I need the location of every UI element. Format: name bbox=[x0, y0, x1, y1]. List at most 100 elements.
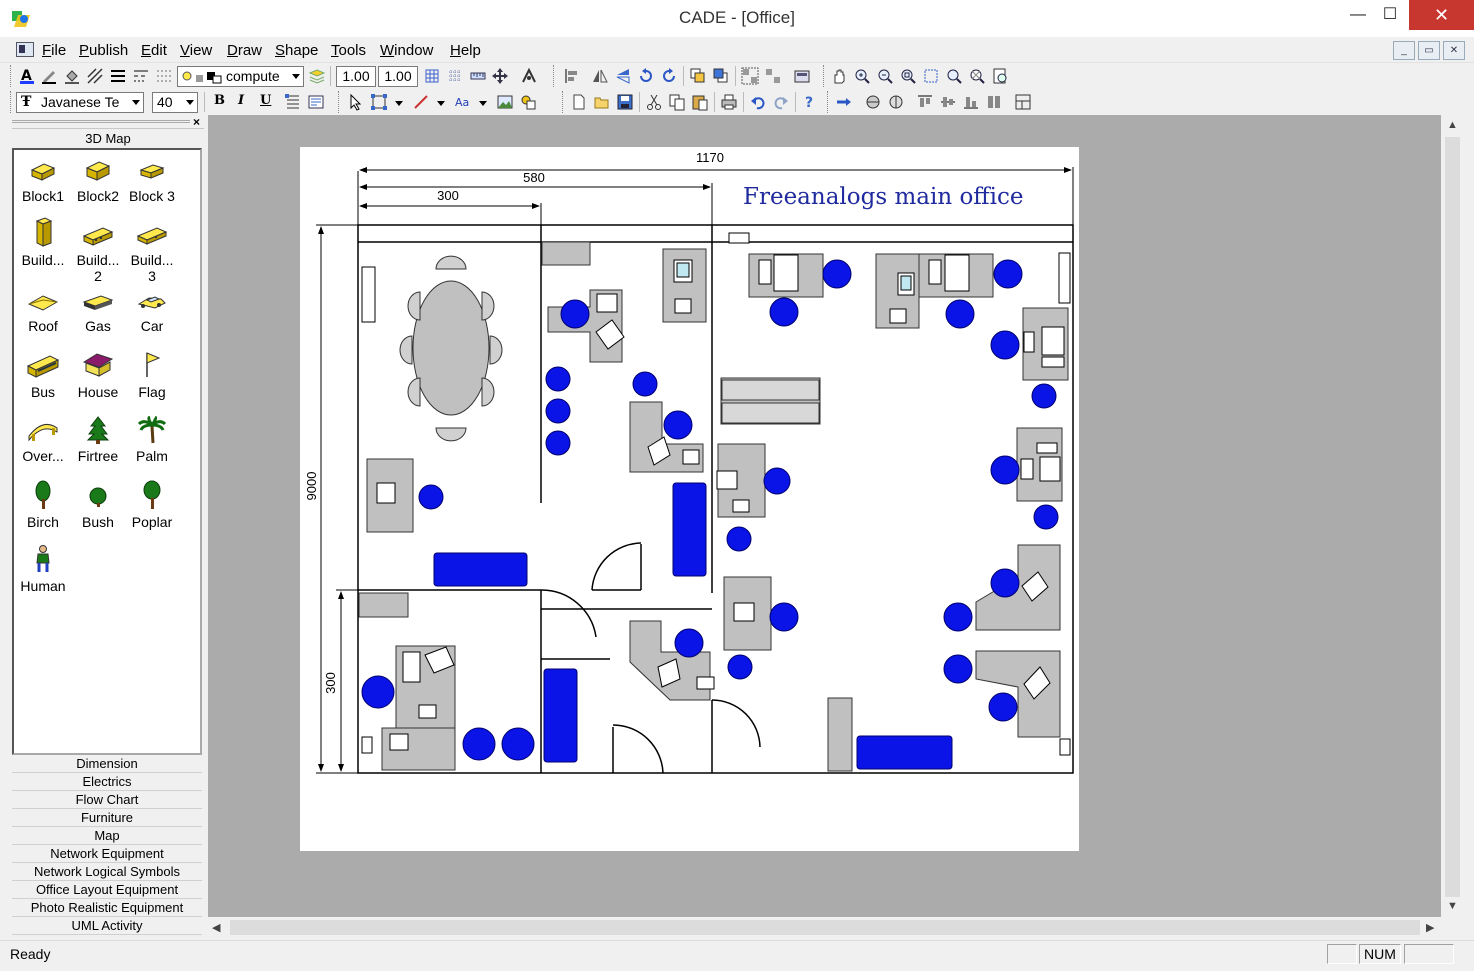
toolbar-grip[interactable] bbox=[562, 91, 565, 113]
line-scale-field[interactable]: 1.00 bbox=[378, 66, 418, 87]
toolbar-grip[interactable] bbox=[823, 65, 826, 87]
drawing-page[interactable]: Freeanalogs main office 1170 580 300 900… bbox=[300, 147, 1079, 851]
category-photo-realistic-equipment[interactable]: Photo Realistic Equipment bbox=[12, 899, 202, 917]
mdi-restore-button[interactable]: ▭ bbox=[1418, 41, 1440, 60]
category-map[interactable]: Map bbox=[12, 827, 202, 845]
shape-item[interactable]: Build... bbox=[14, 216, 72, 268]
ungroup-icon[interactable] bbox=[764, 67, 782, 85]
shape-item[interactable]: House bbox=[69, 350, 127, 400]
zoom-window-icon[interactable] bbox=[899, 67, 917, 85]
toolbar-grip[interactable] bbox=[827, 91, 830, 113]
line-tool-icon[interactable] bbox=[412, 93, 430, 111]
category-network-logical-symbols[interactable]: Network Logical Symbols bbox=[12, 863, 202, 881]
underline-button[interactable]: U bbox=[260, 93, 271, 108]
menu-file[interactable]: File bbox=[42, 42, 66, 59]
flip-vertical-icon[interactable] bbox=[614, 67, 632, 85]
image-tool-icon[interactable] bbox=[496, 93, 514, 111]
vertical-scrollbar[interactable]: ▲ ▼ bbox=[1441, 115, 1464, 917]
cut-icon[interactable] bbox=[645, 93, 663, 111]
font-size-combo[interactable]: 40 bbox=[152, 92, 198, 113]
panel-grip[interactable] bbox=[12, 120, 190, 123]
bold-button[interactable]: B bbox=[214, 93, 225, 108]
group-icon[interactable] bbox=[741, 67, 759, 85]
italic-button[interactable]: I bbox=[238, 93, 244, 108]
menu-publish[interactable]: Publish bbox=[79, 42, 128, 59]
paragraph-icon[interactable] bbox=[284, 93, 302, 111]
help-pointer-icon[interactable]: ? bbox=[801, 93, 819, 111]
shape-item[interactable]: Car bbox=[123, 290, 181, 334]
text-tool-icon[interactable]: Aa bbox=[454, 93, 472, 111]
menu-shape[interactable]: Shape bbox=[275, 42, 318, 59]
zoom-out-icon[interactable] bbox=[876, 67, 894, 85]
align-bottom-icon[interactable] bbox=[962, 93, 980, 111]
category-dimension[interactable]: Dimension bbox=[12, 755, 202, 773]
toolbar-grip[interactable] bbox=[10, 91, 13, 113]
text-box-icon[interactable] bbox=[307, 93, 325, 111]
shapes-tool-icon[interactable] bbox=[519, 93, 537, 111]
chevron-down-icon[interactable] bbox=[479, 101, 487, 106]
category-electrics[interactable]: Electrics bbox=[12, 773, 202, 791]
horizontal-scrollbar[interactable]: ◀ ▶ bbox=[208, 917, 1441, 938]
toolbar-grip[interactable] bbox=[10, 65, 13, 87]
scroll-left-icon[interactable]: ◀ bbox=[212, 921, 220, 934]
vertical-scroll-track[interactable] bbox=[1445, 137, 1460, 897]
save-icon[interactable] bbox=[616, 93, 634, 111]
toolbar-grip[interactable] bbox=[553, 65, 556, 87]
shape-item[interactable]: Over... bbox=[14, 416, 72, 464]
category-furniture[interactable]: Furniture bbox=[12, 809, 202, 827]
line-width-field[interactable]: 1.00 bbox=[336, 66, 376, 87]
snap-grid-icon[interactable] bbox=[446, 67, 464, 85]
shape-item[interactable]: Block1 bbox=[14, 160, 72, 204]
rotate-right-icon[interactable] bbox=[660, 67, 678, 85]
grid-icon[interactable] bbox=[423, 67, 441, 85]
pattern-icon[interactable] bbox=[86, 67, 104, 85]
copy-icon[interactable] bbox=[668, 93, 686, 111]
same-size-icon[interactable] bbox=[985, 93, 1003, 111]
new-file-icon[interactable] bbox=[570, 93, 588, 111]
menu-tools[interactable]: Tools bbox=[331, 42, 366, 59]
layout-icon[interactable] bbox=[1014, 93, 1032, 111]
menu-edit[interactable]: Edit bbox=[141, 42, 167, 59]
flip-horizontal-icon[interactable] bbox=[591, 67, 609, 85]
align-middle-icon[interactable] bbox=[939, 93, 957, 111]
scroll-right-icon[interactable]: ▶ bbox=[1426, 921, 1434, 934]
shape-item[interactable]: Flag bbox=[123, 350, 181, 400]
menu-view[interactable]: View bbox=[180, 42, 212, 59]
zoom-page-icon[interactable] bbox=[991, 67, 1009, 85]
print-icon[interactable] bbox=[720, 93, 738, 111]
shape-item[interactable]: Build... 3 bbox=[123, 224, 181, 284]
distribute-icon[interactable] bbox=[864, 93, 882, 111]
line-end-icon[interactable] bbox=[155, 67, 173, 85]
shape-item[interactable]: Block 3 bbox=[123, 160, 181, 204]
paste-icon[interactable] bbox=[691, 93, 709, 111]
mdi-close-button[interactable]: ✕ bbox=[1443, 41, 1465, 60]
rotate-left-icon[interactable] bbox=[637, 67, 655, 85]
panel-header-3d-map[interactable]: 3D Map bbox=[12, 128, 204, 148]
horizontal-scroll-track[interactable] bbox=[230, 920, 1420, 935]
undo-icon[interactable] bbox=[749, 93, 767, 111]
panel-close-button[interactable]: × bbox=[193, 115, 200, 129]
connector-icon[interactable] bbox=[835, 93, 853, 111]
shape-item[interactable]: Roof bbox=[14, 290, 72, 334]
menu-help[interactable]: Help bbox=[450, 42, 481, 59]
redo-icon[interactable] bbox=[772, 93, 790, 111]
drawing-workspace[interactable]: Freeanalogs main office 1170 580 300 900… bbox=[208, 115, 1441, 917]
zoom-extents-icon[interactable] bbox=[922, 67, 940, 85]
text-color-icon[interactable]: A bbox=[18, 67, 36, 85]
properties-icon[interactable] bbox=[520, 67, 538, 85]
line-style-icon[interactable] bbox=[132, 67, 150, 85]
move-icon[interactable] bbox=[491, 67, 509, 85]
close-button[interactable]: ✕ bbox=[1409, 0, 1474, 30]
font-name-combo[interactable]: Ŧ Javanese Te bbox=[16, 92, 144, 113]
shape-item[interactable]: Palm bbox=[123, 416, 181, 464]
open-folder-icon[interactable] bbox=[593, 93, 611, 111]
zoom-in-icon[interactable] bbox=[853, 67, 871, 85]
shape-item[interactable]: Block2 bbox=[69, 160, 127, 204]
category-network-equipment[interactable]: Network Equipment bbox=[12, 845, 202, 863]
shape-item[interactable]: Bush bbox=[69, 480, 127, 530]
layers-icon[interactable] bbox=[308, 67, 326, 85]
send-to-back-icon[interactable] bbox=[712, 67, 730, 85]
scroll-up-icon[interactable]: ▲ bbox=[1447, 119, 1458, 131]
fill-color-icon[interactable] bbox=[63, 67, 81, 85]
menu-draw[interactable]: Draw bbox=[227, 42, 262, 59]
